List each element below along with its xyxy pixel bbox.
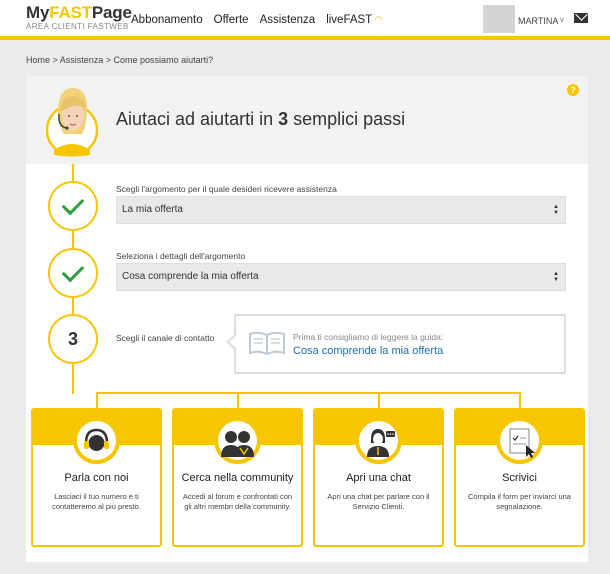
step-2-label: Seleziona i dettagli dell'argomento	[116, 251, 246, 261]
channel-apri-chat[interactable]: Apri una chat Apri una chat per parlare …	[313, 408, 444, 547]
help-icon[interactable]: ?	[567, 84, 579, 96]
logo-wordmark: MyFASTPage	[26, 3, 132, 22]
title-text-start: Aiutaci ad aiutarti in	[116, 109, 279, 129]
topic-select[interactable]: La mia offerta ▲ ▼	[116, 196, 566, 224]
nav-abbonamento[interactable]: Abbonamento	[131, 14, 203, 26]
channel-icon-ring	[496, 417, 543, 464]
chevron-down-icon[interactable]: ∨	[559, 15, 565, 24]
page-title: Aiutaci ad aiutarti in 3 semplici passi	[116, 109, 405, 130]
channel-icon-bg	[218, 421, 257, 460]
main-nav: Abbonamento Offerte Assistenza liveFAST ◠	[131, 14, 383, 26]
channel-icon-ring	[355, 417, 402, 464]
channel-icon-bg	[500, 421, 539, 460]
book-icon	[249, 331, 285, 356]
nav-offerte[interactable]: Offerte	[214, 14, 249, 26]
channel-connector	[237, 392, 239, 408]
guide-hint: Prima ti consigliamo di leggere la guida…	[293, 332, 444, 342]
nav-assistenza[interactable]: Assistenza	[260, 14, 316, 26]
step-2-done-circle	[48, 248, 98, 298]
guide-pointer-inner	[229, 336, 236, 348]
channel-title: Cerca nella community	[181, 472, 294, 484]
channel-connector	[519, 392, 521, 408]
title-number: 3	[278, 109, 289, 129]
channel-icon-bg	[359, 421, 398, 460]
step-1-label: Scegli l'argomento per il quale desideri…	[116, 184, 337, 194]
top-header: MyFASTPage AREA CLIENTI FASTWEB Abboname…	[0, 0, 610, 40]
assistance-card: ? Aiutaci ad aiutarti in 3 semplici pass…	[26, 76, 588, 562]
channel-title: Parla con noi	[64, 472, 129, 484]
community-icon	[221, 431, 254, 457]
channel-parla-con-noi[interactable]: Parla con noi Lasciaci il tuo numero e t…	[31, 408, 162, 547]
breadcrumb: Home > Assistenza > Come possiamo aiutar…	[26, 55, 214, 65]
channel-connector	[378, 392, 380, 408]
form-icon	[509, 428, 535, 458]
step-3-number: 3	[67, 329, 78, 349]
nav-livefast-label: liveFAST	[326, 14, 373, 26]
channel-icon-ring	[214, 417, 261, 464]
logo-page: Page	[91, 3, 132, 22]
guide-link[interactable]: Cosa comprende la mia offerta	[293, 345, 443, 357]
channel-connector	[96, 392, 98, 408]
select-arrows-icon: ▲ ▼	[553, 271, 559, 283]
logo-fast: FAST	[49, 3, 92, 22]
channel-description: Apri una chat per parlare con il Servizi…	[327, 492, 430, 511]
agent-avatar-icon	[46, 88, 98, 157]
wifi-icon: ◠	[374, 15, 383, 26]
step-3-label: Scegli il canale di contatto	[116, 333, 215, 343]
nav-livefast[interactable]: liveFAST ◠	[326, 14, 383, 26]
step-1-done-circle	[48, 181, 98, 231]
channel-title: Apri una chat	[346, 472, 411, 484]
user-name[interactable]: MARTINA	[518, 16, 558, 26]
checkmark-icon	[61, 259, 85, 283]
checkmark-icon	[61, 192, 85, 216]
channel-icon-ring	[73, 417, 120, 464]
headset-icon	[84, 428, 109, 451]
avatar[interactable]	[483, 5, 515, 33]
myfastpage-logo[interactable]: MyFASTPage AREA CLIENTI FASTWEB	[26, 3, 132, 32]
details-select-value: Cosa comprende la mia offerta	[122, 271, 259, 282]
channel-scrivici[interactable]: Scrivici Compila il form per inviarci un…	[454, 408, 585, 547]
channel-description: Lasciaci il tuo numero e ti contatteremo…	[52, 492, 141, 511]
channel-description: Compila il form per inviarci una segnala…	[468, 492, 571, 511]
channel-icon-bg	[77, 421, 116, 460]
channel-title: Scrivici	[502, 472, 537, 484]
topic-select-value: La mia offerta	[122, 204, 183, 215]
mail-icon[interactable]	[574, 13, 588, 23]
card-header: ? Aiutaci ad aiutarti in 3 semplici pass…	[26, 76, 588, 164]
logo-my: My	[26, 3, 50, 22]
guide-box: Prima ti consigliamo di leggere la guida…	[234, 314, 566, 374]
details-select[interactable]: Cosa comprende la mia offerta ▲ ▼	[116, 263, 566, 291]
title-text-end: semplici passi	[288, 109, 406, 129]
chat-icon	[367, 429, 395, 457]
channels-connector-line	[96, 392, 521, 394]
channel-description: Accedi al forum e confrontati con gli al…	[182, 492, 293, 511]
channel-cerca-community[interactable]: Cerca nella community Accedi al forum e …	[172, 408, 303, 547]
logo-subtitle: AREA CLIENTI FASTWEB	[26, 22, 129, 31]
select-arrows-icon: ▲ ▼	[553, 204, 559, 216]
step-3-current-circle: 3	[48, 314, 98, 364]
